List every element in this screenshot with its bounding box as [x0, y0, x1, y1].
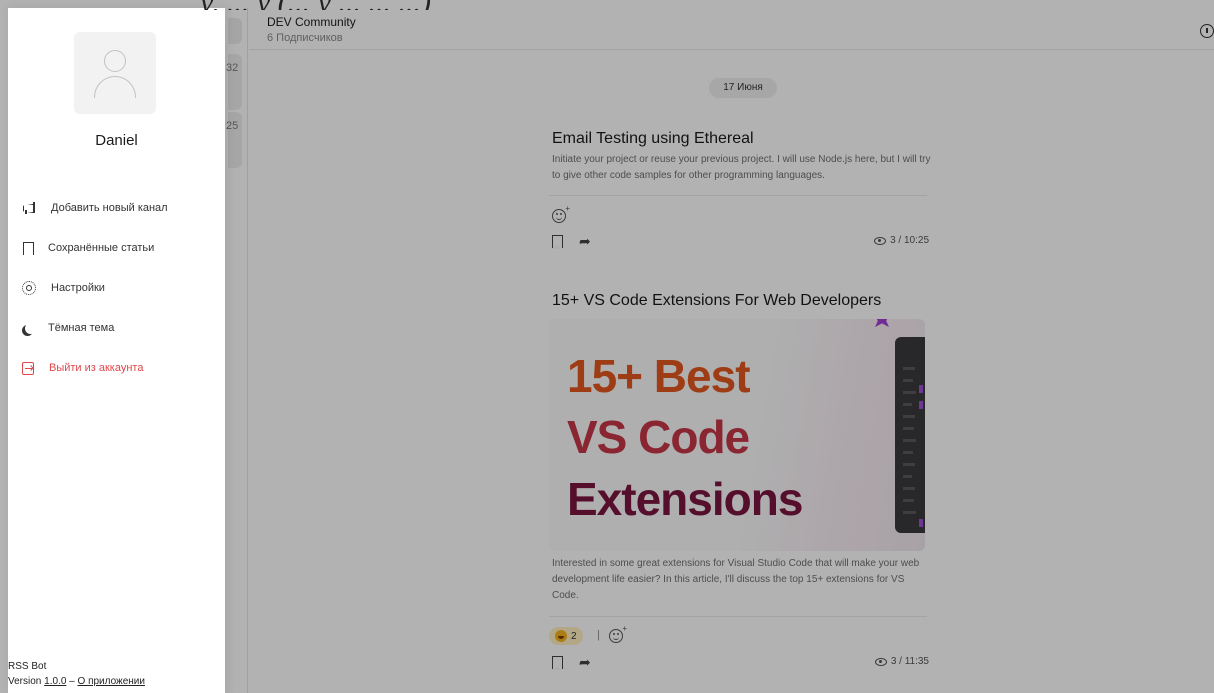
gear-icon [22, 281, 36, 295]
menu-item-logout[interactable]: Выйти из аккаунта [22, 354, 218, 382]
menu-item-dark-theme[interactable]: Тёмная тема [22, 314, 218, 342]
profile-name: Daniel [95, 132, 138, 149]
drawer-footer: RSS Bot Version 1.0.0 – О приложении [8, 659, 145, 689]
menu-item-label: Настройки [51, 282, 105, 294]
menu-item-saved-articles[interactable]: Сохранённые статьи [22, 234, 218, 262]
menu-item-add-channel[interactable]: Добавить новый канал [22, 194, 218, 222]
logout-icon [22, 361, 34, 375]
user-icon [104, 50, 126, 72]
app-name: RSS Bot [8, 661, 47, 672]
menu-item-label: Добавить новый канал [51, 202, 168, 214]
moon-icon [25, 323, 36, 334]
menu-item-label: Сохранённые статьи [48, 242, 155, 254]
side-drawer: Daniel Добавить новый канал Сохранённые … [8, 8, 225, 693]
version-line: Version 1.0.0 – О приложении [8, 674, 145, 689]
bookmark-icon [23, 241, 34, 256]
menu-item-settings[interactable]: Настройки [22, 274, 218, 302]
version-prefix: Version [8, 676, 42, 687]
avatar[interactable] [74, 32, 156, 114]
menu-item-label: Тёмная тема [48, 322, 115, 334]
about-app-link[interactable]: О приложении [78, 676, 145, 687]
version-separator: – [69, 676, 75, 687]
megaphone-icon [22, 201, 36, 215]
menu-item-label: Выйти из аккаунта [49, 362, 144, 374]
version-link[interactable]: 1.0.0 [44, 676, 66, 687]
